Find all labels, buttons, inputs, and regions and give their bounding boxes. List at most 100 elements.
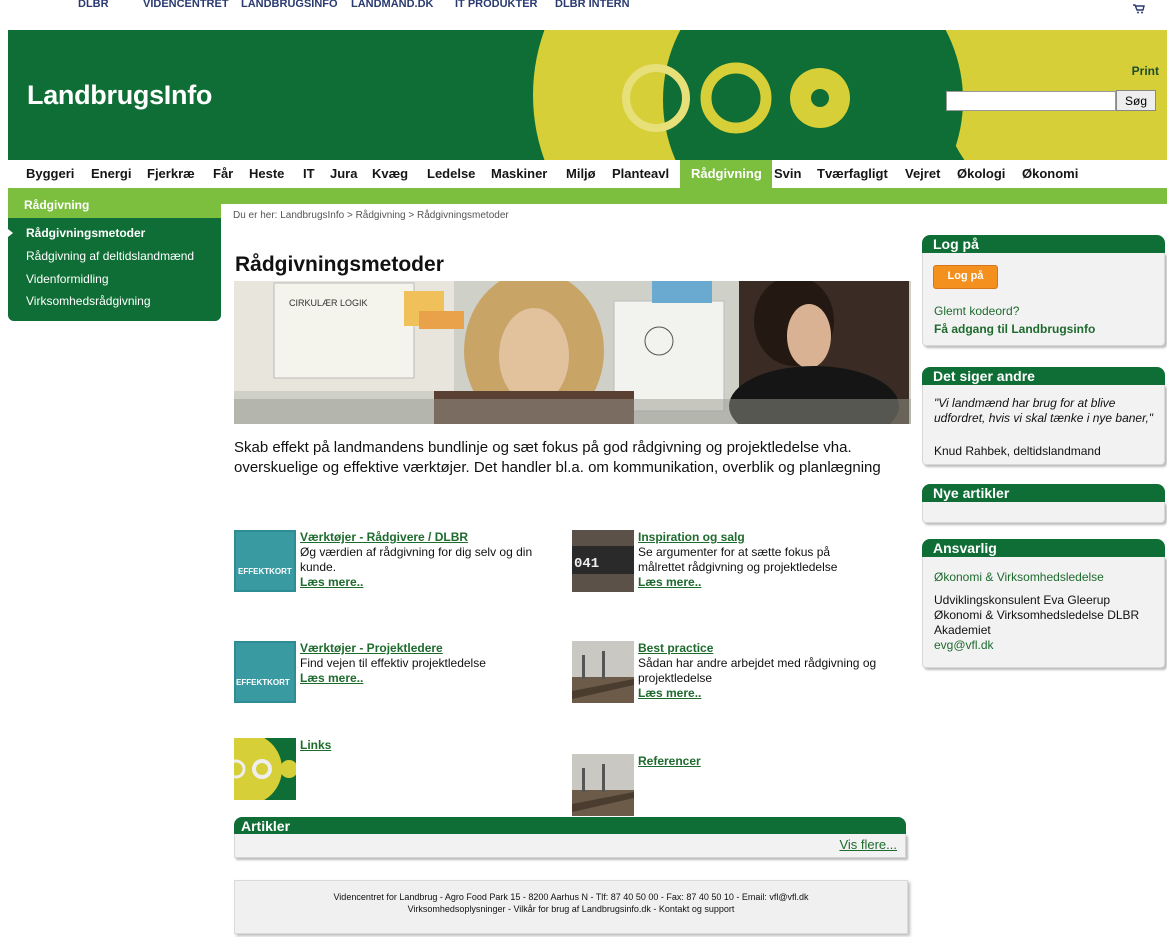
news-body <box>922 502 1165 523</box>
login-body: Log på Glemt kodeord? Få adgang til Land… <box>922 253 1165 346</box>
nav-energi[interactable]: Energi <box>91 166 131 181</box>
sidebar-item-videnformidling[interactable]: Videnformidling <box>26 272 109 286</box>
card-inspiration-salg: 041 Inspiration og salg Se argumenter fo… <box>572 530 872 594</box>
search-button[interactable]: Søg <box>1116 90 1156 111</box>
read-more-link[interactable]: Læs mere.. <box>638 575 701 589</box>
forgot-password-link[interactable]: Glemt kodeord? <box>934 304 1019 319</box>
nav-ledelse[interactable]: Ledelse <box>427 166 475 181</box>
nav-fjerkrae[interactable]: Fjerkræ <box>147 166 195 181</box>
nav-svin[interactable]: Svin <box>774 166 801 181</box>
search-input[interactable] <box>946 91 1116 111</box>
card-best-practice: Best practice Sådan har andre arbejdet m… <box>572 641 876 705</box>
toplink-videncentret[interactable]: Videncentret <box>143 0 229 10</box>
sidebar-item-virksomhedsraadgivning[interactable]: Virksomhedsrådgivning <box>26 294 151 308</box>
card-description: Sådan har andre arbejdet med rådgivning … <box>638 656 877 685</box>
card-description: Se argumenter for at sætte fokus på målr… <box>638 545 838 574</box>
card-thumbnail[interactable]: EFFEKTKORT <box>234 641 296 703</box>
card-thumbnail-label: 041 <box>574 556 599 572</box>
footer-contact: Videncentret for Landbrug - Agro Food Pa… <box>333 892 809 902</box>
sidebar-item-raadgivningsmetoder[interactable]: Rådgivningsmetoder <box>26 226 145 240</box>
page-footer: Videncentret for Landbrug - Agro Food Pa… <box>234 880 908 934</box>
toplink-dlbr-intern[interactable]: DLBR Intern <box>555 0 630 10</box>
read-more-link[interactable]: Læs mere.. <box>300 575 363 589</box>
footer-links[interactable]: Virksomhedsoplysninger - Vilkår for brug… <box>235 904 907 914</box>
news-box: Nye artikler <box>922 484 1165 524</box>
news-header: Nye artikler <box>922 484 1165 502</box>
nav-oekonomi[interactable]: Økonomi <box>1022 166 1078 181</box>
cart-icon[interactable] <box>1133 4 1145 14</box>
nav-jura[interactable]: Jura <box>330 166 357 181</box>
sidebar-item-deltidslandmaend[interactable]: Rådgivning af deltidslandmænd <box>26 249 194 263</box>
responsible-person: Udviklingskonsulent Eva Gleerup <box>934 593 1111 607</box>
card-title-link[interactable]: Værktøjer - Projektledere <box>300 641 443 655</box>
card-referencer: Referencer <box>572 754 872 818</box>
toplink-dlbr[interactable]: DLBR <box>78 0 109 10</box>
articles-heading: Artikler <box>241 818 291 834</box>
card-thumbnail[interactable] <box>234 738 296 800</box>
show-more-link[interactable]: Vis flere... <box>839 837 897 852</box>
card-thumbnail[interactable] <box>572 754 634 816</box>
nav-maskiner[interactable]: Maskiner <box>491 166 547 181</box>
login-heading: Log på <box>933 236 979 252</box>
hero-image: CIRKULÆR LOGIK <box>234 281 911 424</box>
responsible-department-link[interactable]: Økonomi & Virksomhedsledelse <box>934 570 1104 585</box>
responsible-box: Ansvarlig Økonomi & Virksomhedsledelse U… <box>922 539 1165 669</box>
card-title-link[interactable]: Inspiration og salg <box>638 530 745 544</box>
card-title-link[interactable]: Links <box>300 738 331 752</box>
responsible-email-link[interactable]: evg@vfl.dk <box>934 638 994 653</box>
card-thumbnail-label: EFFEKTKORT <box>238 567 292 576</box>
login-button[interactable]: Log på <box>933 265 998 289</box>
nav-vejret[interactable]: Vejret <box>905 166 940 181</box>
read-more-link[interactable]: Læs mere.. <box>300 671 363 685</box>
intro-text: Skab effekt på landmandens bundlinje og … <box>234 439 881 476</box>
nav-raadgivning[interactable]: Rådgivning <box>691 166 762 181</box>
quote-text: "Vi landmænd har brug for at blive udfor… <box>934 396 1154 425</box>
site-logo[interactable]: LandbrugsInfo <box>27 80 212 111</box>
responsible-body: Økonomi & Virksomhedsledelse Udviklingsk… <box>922 557 1165 668</box>
card-thumbnail-label: EFFEKTKORT <box>236 678 290 687</box>
nav-heste[interactable]: Heste <box>249 166 284 181</box>
nav-planteavl[interactable]: Planteavl <box>612 166 669 181</box>
login-header: Log på <box>922 235 1165 253</box>
svg-text:CIRKULÆR LOGIK: CIRKULÆR LOGIK <box>289 298 368 308</box>
news-heading: Nye artikler <box>933 485 1010 501</box>
nav-kvaeg[interactable]: Kvæg <box>372 166 408 181</box>
toplink-landmand[interactable]: Landmand.dk <box>351 0 434 10</box>
quote-box: Det siger andre "Vi landmænd har brug fo… <box>922 367 1165 467</box>
get-access-link[interactable]: Få adgang til Landbrugsinfo <box>934 322 1095 337</box>
main-navigation: Byggeri Energi Fjerkræ Får Heste IT Jura… <box>8 160 1167 188</box>
toplink-it-produkter[interactable]: IT produkter <box>455 0 538 10</box>
page-title: Rådgivningsmetoder <box>235 253 444 276</box>
card-description: Øg værdien af rådgivning for dig selv og… <box>300 545 533 574</box>
sidebar-heading[interactable]: Rådgivning <box>24 198 89 212</box>
login-box: Log på Log på Glemt kodeord? Få adgang t… <box>922 235 1165 347</box>
quote-heading: Det siger andre <box>933 368 1035 384</box>
card-description: Find vejen til effektiv projektledelse <box>300 656 486 670</box>
nav-it[interactable]: IT <box>303 166 315 181</box>
card-thumbnail[interactable] <box>572 641 634 703</box>
responsible-heading: Ansvarlig <box>933 540 997 556</box>
breadcrumb: Du er her: LandbrugsInfo > Rådgivning > … <box>233 210 509 221</box>
nav-faar[interactable]: Får <box>213 166 233 181</box>
active-arrow-icon <box>8 229 13 237</box>
nav-tvaerfagligt[interactable]: Tværfagligt <box>817 166 888 181</box>
card-vaerktoejer-projektledere: EFFEKTKORT Værktøjer - Projektledere Fin… <box>234 641 534 705</box>
card-title-link[interactable]: Værktøjer - Rådgivere / DLBR <box>300 530 468 544</box>
site-banner: LandbrugsInfo Print Søg <box>8 30 1167 160</box>
responsible-header: Ansvarlig <box>922 539 1165 557</box>
responsible-organisation: Økonomi & Virksomhedsledelse DLBR Akadem… <box>934 608 1140 637</box>
card-title-link[interactable]: Best practice <box>638 641 713 655</box>
card-title-link[interactable]: Referencer <box>638 754 701 768</box>
card-thumbnail[interactable]: EFFEKTKORT <box>234 530 296 592</box>
articles-box: Artikler Vis flere... <box>234 817 906 859</box>
nav-miljoe[interactable]: Miljø <box>566 166 596 181</box>
read-more-link[interactable]: Læs mere.. <box>638 686 701 700</box>
toplink-landbrugsinfo[interactable]: Landbrugsinfo <box>241 0 338 10</box>
quote-header: Det siger andre <box>922 367 1165 385</box>
articles-body: Vis flere... <box>234 834 906 858</box>
nav-byggeri[interactable]: Byggeri <box>26 166 74 181</box>
card-thumbnail[interactable]: 041 <box>572 530 634 592</box>
card-links: Links <box>234 738 534 802</box>
print-link[interactable]: Print <box>1132 64 1159 78</box>
nav-oekologi[interactable]: Økologi <box>957 166 1005 181</box>
